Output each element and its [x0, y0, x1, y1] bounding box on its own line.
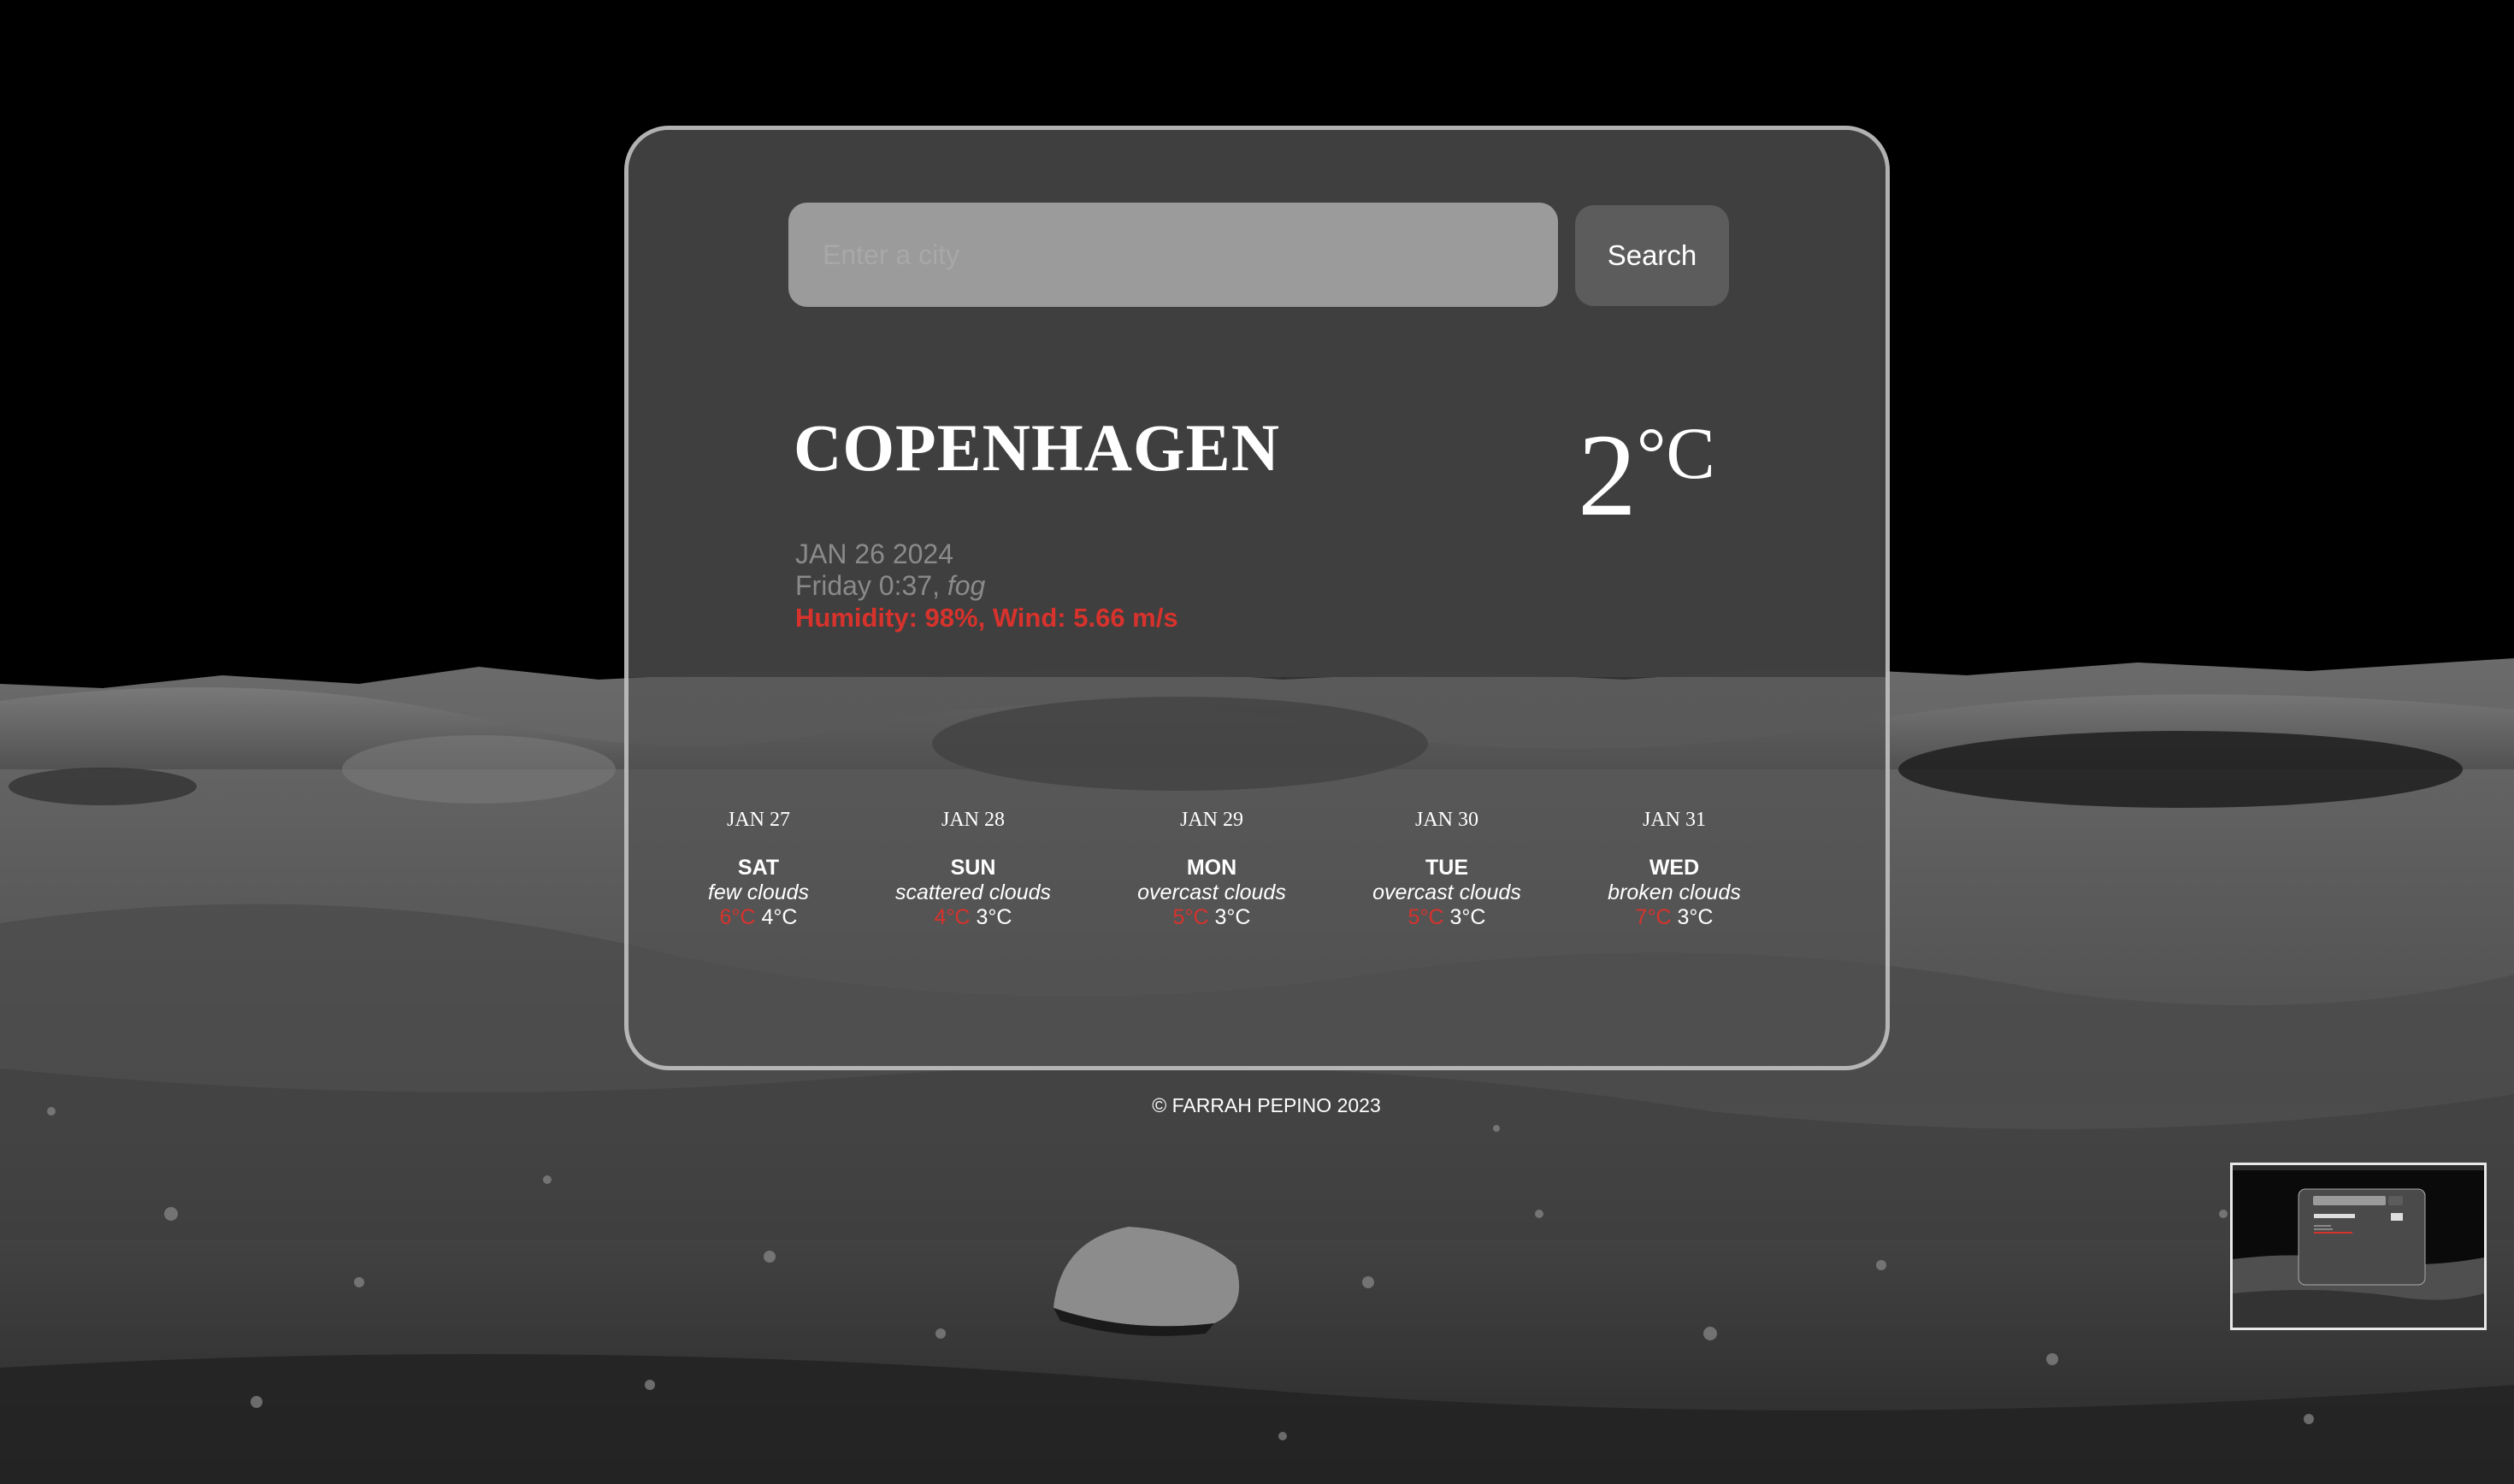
forecast-low: 3°C — [976, 904, 1012, 929]
temperature-value: 2 — [1578, 409, 1637, 540]
forecast-low: 3°C — [1449, 904, 1486, 929]
forecast-description: overcast clouds — [1372, 880, 1521, 904]
forecast-weekday: MON — [1186, 856, 1237, 880]
forecast-date: JAN 31 — [1642, 809, 1706, 831]
current-temperature: 2°C — [1578, 416, 1715, 534]
forecast-description: broken clouds — [1608, 880, 1741, 904]
forecast-date: JAN 30 — [1414, 809, 1478, 831]
forecast-temps: 6°C 4°C — [656, 905, 861, 930]
forecast-high: 6°C — [719, 904, 756, 929]
forecast-date: JAN 29 — [1179, 809, 1243, 831]
forecast-weekday: SUN — [950, 856, 996, 880]
forecast-date: JAN 28 — [941, 809, 1005, 831]
forecast-day: JAN 31 WED broken clouds 7°C 3°C — [1572, 810, 1777, 929]
current-date: JAN 26 2024 — [795, 539, 954, 569]
forecast-day: JAN 30 TUE overcast clouds 5°C 3°C — [1344, 810, 1549, 929]
forecast-high: 5°C — [1172, 904, 1209, 929]
forecast-temps: 5°C 3°C — [1109, 905, 1314, 930]
forecast-low: 3°C — [1677, 904, 1714, 929]
forecast-day: JAN 29 MON overcast clouds 5°C 3°C — [1109, 810, 1314, 929]
city-search-input[interactable] — [788, 203, 1558, 307]
forecast-temps: 5°C 3°C — [1344, 905, 1549, 930]
footer-text: © FARRAH PEPINO 2023 — [1152, 1094, 1381, 1116]
temperature-unit: °C — [1637, 412, 1715, 494]
forecast-day: JAN 28 SUN scattered clouds 4°C 3°C — [870, 810, 1076, 929]
search-button[interactable]: Search — [1575, 205, 1729, 306]
forecast-day: JAN 27 SAT few clouds 6°C 4°C — [656, 810, 861, 929]
footer-copyright: © FARRAH PEPINO 2023 — [0, 1094, 2514, 1117]
forecast-high: 4°C — [934, 904, 971, 929]
forecast-temps: 4°C 3°C — [870, 905, 1076, 930]
current-time: Friday 0:37, — [795, 570, 940, 601]
forecast-high: 7°C — [1635, 904, 1672, 929]
forecast-weekday: WED — [1649, 856, 1700, 880]
humidity-wind-details: Humidity: 98%, Wind: 5.66 m/s — [795, 603, 1178, 633]
city-name: COPENHAGEN — [794, 410, 1281, 485]
weather-card: Search COPENHAGEN 2°C JAN 26 2024 Friday… — [624, 126, 1890, 1070]
forecast-description: scattered clouds — [894, 880, 1052, 904]
forecast-weekday: TUE — [1425, 856, 1468, 880]
forecast-temps: 7°C 3°C — [1572, 905, 1777, 930]
forecast-date: JAN 27 — [726, 809, 790, 831]
forecast-weekday: SAT — [737, 856, 780, 880]
forecast-description: overcast clouds — [1137, 880, 1286, 904]
forecast-low: 3°C — [1214, 904, 1251, 929]
forecast-low: 4°C — [761, 904, 798, 929]
current-time-condition: Friday 0:37, fog — [795, 572, 985, 599]
forecast-high: 5°C — [1407, 904, 1444, 929]
thumbnail-preview-image — [2233, 1165, 2484, 1328]
screenshot-thumbnail[interactable] — [2230, 1163, 2487, 1330]
forecast-description: few clouds — [707, 880, 810, 904]
current-condition: fog — [947, 570, 986, 601]
